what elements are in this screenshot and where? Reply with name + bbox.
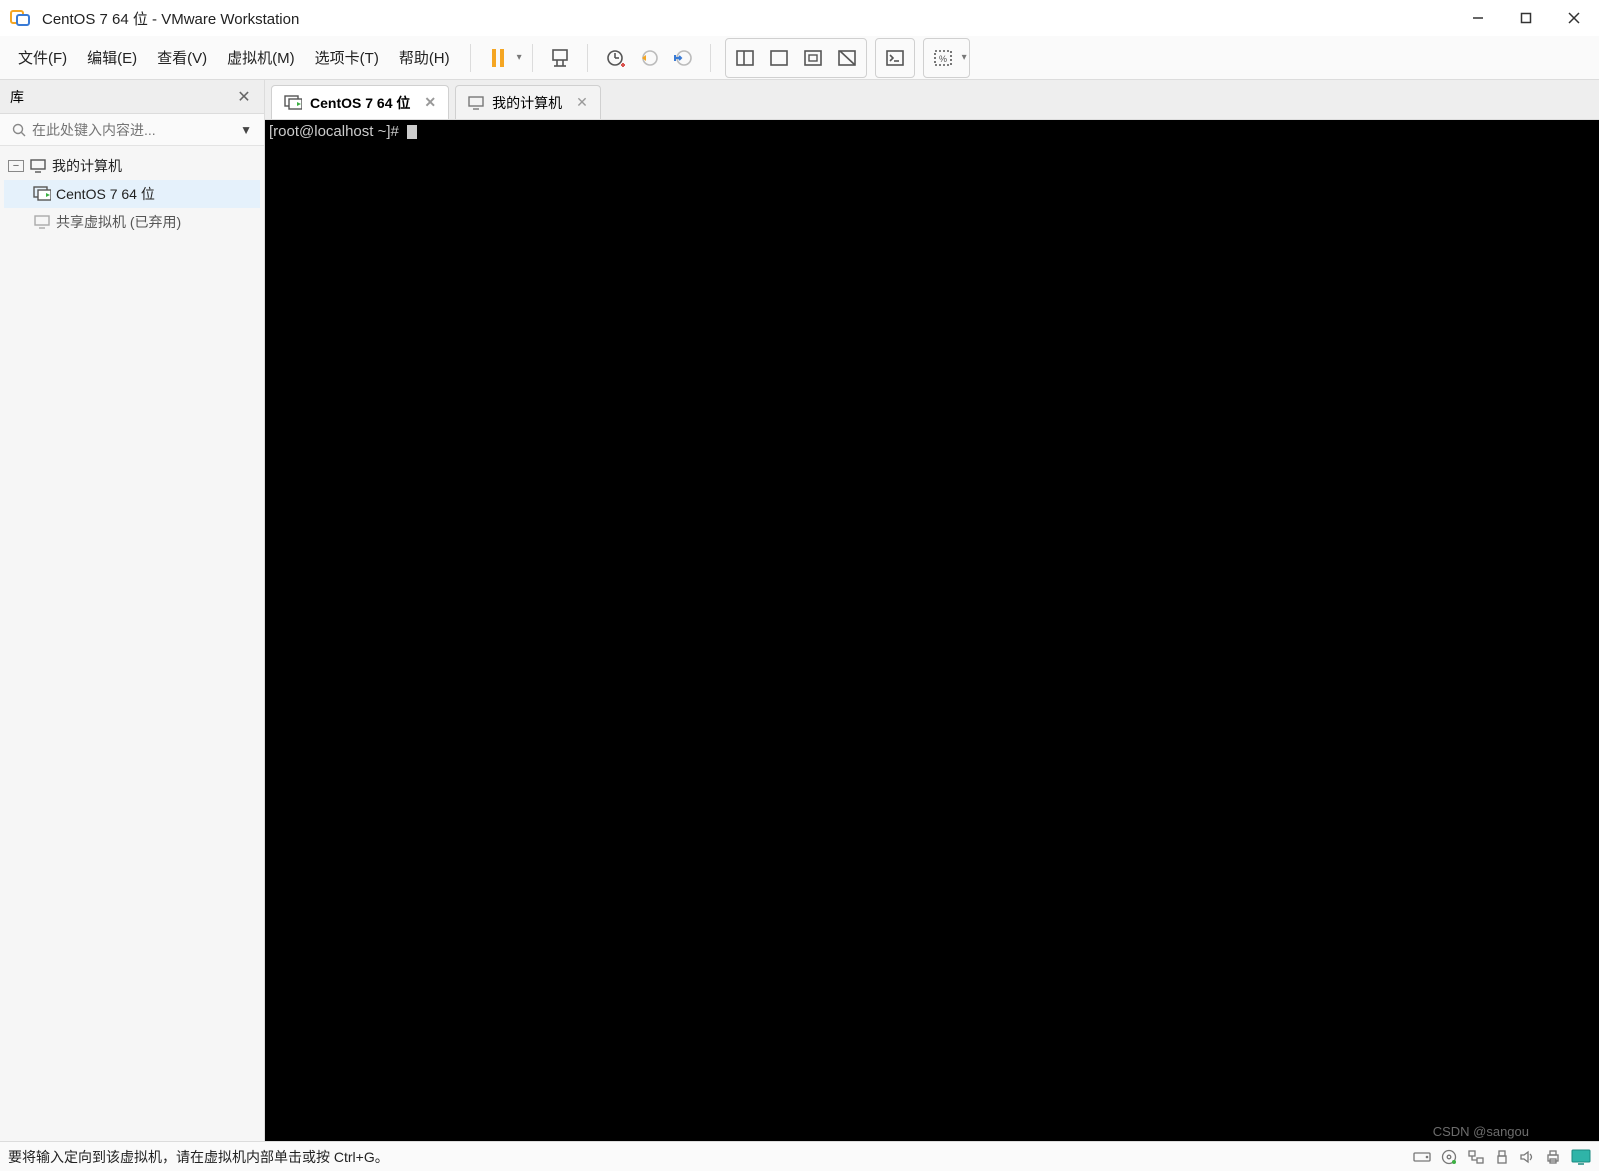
tree-shared-vms[interactable]: 共享虚拟机 (已弃用) — [4, 208, 260, 236]
tab-close-button[interactable]: ✕ — [424, 94, 436, 111]
tab-centos[interactable]: CentOS 7 64 位 ✕ — [271, 85, 449, 119]
close-button[interactable] — [1557, 4, 1591, 32]
menu-help[interactable]: 帮助(H) — [389, 41, 460, 74]
menubar: 文件(F) 编辑(E) 查看(V) 虚拟机(M) 选项卡(T) 帮助(H) ▾ … — [0, 36, 1599, 80]
scale-button[interactable]: % — [926, 41, 960, 75]
menu-view[interactable]: 查看(V) — [147, 41, 217, 74]
menu-vm[interactable]: 虚拟机(M) — [217, 41, 305, 74]
console-prompt: [root@localhost ~]# — [269, 123, 403, 140]
single-view-button[interactable] — [762, 41, 796, 75]
library-close-button[interactable]: ✕ — [234, 87, 254, 107]
scale-group: % ▾ — [923, 38, 970, 78]
send-ctrl-alt-del-button[interactable] — [543, 41, 577, 75]
tree-label: 共享虚拟机 (已弃用) — [56, 212, 181, 232]
vm-running-icon — [284, 95, 302, 111]
separator — [470, 44, 471, 72]
usb-icon[interactable] — [1495, 1149, 1509, 1165]
menu-edit[interactable]: 编辑(E) — [77, 41, 147, 74]
library-sidebar: 库 ✕ ▼ − 我的计算机 CentOS 7 64 位 共享虚拟机 (已弃用) — [0, 80, 265, 1141]
search-dropdown[interactable]: ▼ — [234, 123, 258, 137]
display-icon[interactable] — [1571, 1149, 1591, 1165]
library-title: 库 — [10, 87, 234, 107]
sound-icon[interactable] — [1519, 1149, 1535, 1165]
separator — [532, 44, 533, 72]
separator — [587, 44, 588, 72]
snapshot-take-button[interactable] — [598, 41, 632, 75]
unity-button[interactable] — [830, 41, 864, 75]
cd-icon[interactable] — [1441, 1149, 1457, 1165]
vm-running-icon — [32, 186, 52, 202]
split-view-button[interactable] — [728, 41, 762, 75]
library-search: ▼ — [0, 114, 264, 146]
scale-dropdown[interactable]: ▾ — [962, 52, 967, 63]
pause-button[interactable] — [481, 41, 515, 75]
menu-file[interactable]: 文件(F) — [8, 41, 77, 74]
network-icon[interactable] — [1467, 1149, 1485, 1165]
maximize-button[interactable] — [1509, 4, 1543, 32]
tabstrip: CentOS 7 64 位 ✕ 我的计算机 ✕ — [265, 80, 1599, 120]
library-search-input[interactable] — [32, 122, 234, 138]
svg-text:%: % — [939, 54, 947, 64]
tab-close-button[interactable]: ✕ — [576, 94, 588, 111]
window-title: CentOS 7 64 位 - VMware Workstation — [42, 8, 1461, 29]
menu-tabs[interactable]: 选项卡(T) — [305, 41, 389, 74]
tab-label: 我的计算机 — [492, 93, 562, 113]
minimize-button[interactable] — [1461, 4, 1495, 32]
monitor-icon — [468, 96, 484, 110]
status-icons — [1413, 1149, 1591, 1165]
console-view-button[interactable] — [878, 41, 912, 75]
tab-my-computer[interactable]: 我的计算机 ✕ — [455, 85, 601, 119]
tab-label: CentOS 7 64 位 — [310, 93, 410, 113]
titlebar: CentOS 7 64 位 - VMware Workstation — [0, 0, 1599, 36]
window-controls — [1461, 4, 1591, 32]
library-header: 库 ✕ — [0, 80, 264, 114]
vmware-app-icon — [8, 6, 32, 30]
cursor-icon — [407, 125, 417, 139]
printer-icon[interactable] — [1545, 1149, 1561, 1165]
view-mode-group — [725, 38, 867, 78]
collapse-icon[interactable]: − — [8, 160, 24, 172]
hdd-icon[interactable] — [1413, 1149, 1431, 1165]
fullscreen-button[interactable] — [796, 41, 830, 75]
console-group — [875, 38, 915, 78]
snapshot-manager-button[interactable] — [666, 41, 700, 75]
tree-label: 我的计算机 — [52, 156, 122, 176]
status-message: 要将输入定向到该虚拟机，请在虚拟机内部单击或按 Ctrl+G。 — [8, 1147, 1413, 1167]
search-icon — [12, 123, 26, 137]
shared-vm-icon — [32, 215, 52, 229]
main-area: 库 ✕ ▼ − 我的计算机 CentOS 7 64 位 共享虚拟机 (已弃用) — [0, 80, 1599, 1141]
tree-label: CentOS 7 64 位 — [56, 184, 155, 204]
content-area: CentOS 7 64 位 ✕ 我的计算机 ✕ [root@localhost … — [265, 80, 1599, 1141]
vm-console[interactable]: [root@localhost ~]# — [265, 120, 1599, 1141]
separator — [710, 44, 711, 72]
power-dropdown[interactable]: ▾ — [517, 52, 522, 63]
monitor-icon — [28, 159, 48, 173]
tree-vm-centos[interactable]: CentOS 7 64 位 — [4, 180, 260, 208]
library-tree: − 我的计算机 CentOS 7 64 位 共享虚拟机 (已弃用) — [0, 146, 264, 242]
snapshot-revert-button[interactable] — [632, 41, 666, 75]
tree-root-my-computer[interactable]: − 我的计算机 — [4, 152, 260, 180]
statusbar: 要将输入定向到该虚拟机，请在虚拟机内部单击或按 Ctrl+G。 — [0, 1141, 1599, 1171]
